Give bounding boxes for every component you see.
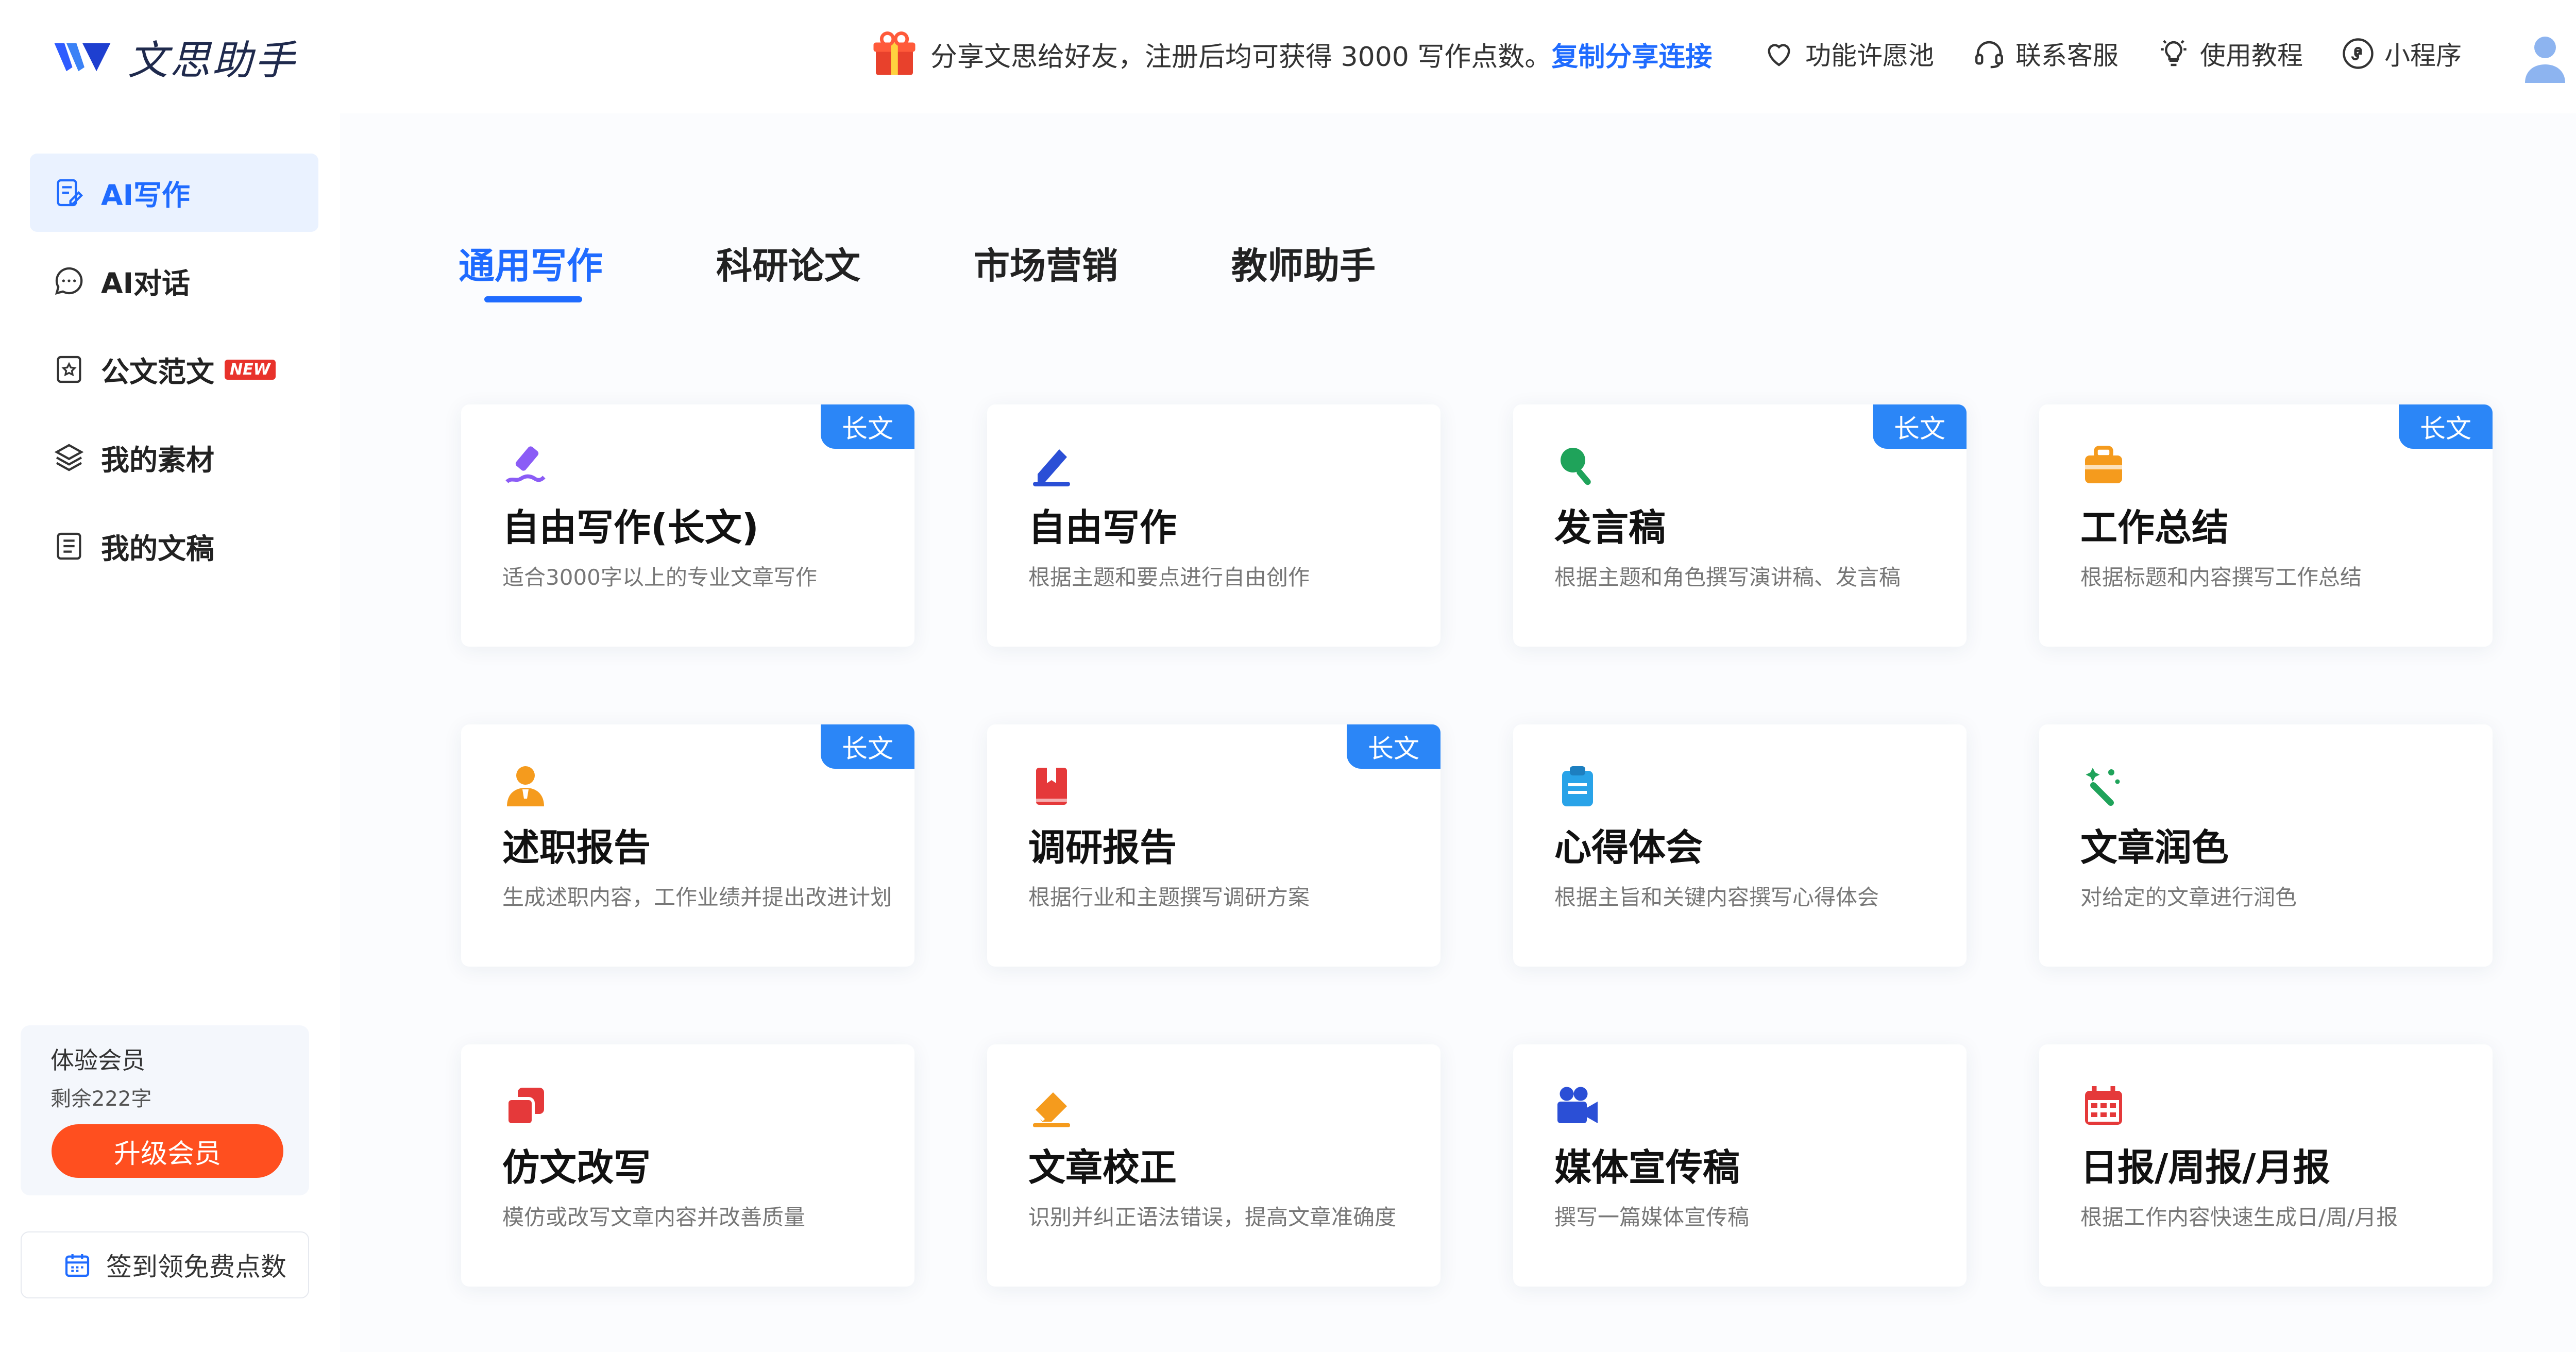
card-title: 自由写作 [1028,506,1177,549]
member-remaining: 剩余222字 [50,1087,152,1111]
gift-icon [873,31,916,75]
share-banner: 分享文思给好友，注册后均可获得 3000 写作点数。 复制分享连接 [871,31,1712,77]
card-title: 心得体会 [1554,826,1703,869]
card-title: 文章润色 [2080,826,2229,869]
top-nav: 功能许愿池 联系客服 使用教程 小程序 [1762,35,2500,72]
card-press-release[interactable]: 媒体宣传稿 撰写一篇媒体宣传稿 [1513,1044,1967,1287]
card-desc: 根据主题和要点进行自由创作 [1028,565,1310,590]
logo-icon [54,43,111,72]
card-speech[interactable]: 长文 发言稿 根据主题和角色撰写演讲稿、发言稿 [1513,404,1967,647]
sidebar-item-my-drafts[interactable]: 我的文稿 [30,507,318,585]
nav-tutorial[interactable]: 使用教程 [2157,35,2303,72]
card-duty-report[interactable]: 长文 述职报告 生成述职内容，工作业绩并提出改进计划 [461,724,914,967]
layers-icon [54,444,84,471]
headset-icon [1975,41,2003,69]
pen-blue-icon [1033,449,1070,486]
magic-wand-icon [2086,768,2120,806]
top-bar: 文思助手 分享文思给好友，注册后均可获得 3000 写作点数。 复制分享连接 功… [0,0,2576,113]
sidebar-item-materials[interactable]: 我的素材 [30,418,318,497]
card-title: 发言稿 [1554,506,1666,549]
nav-support[interactable]: 联系客服 [1972,35,2119,72]
calendar-icon [2085,1086,2122,1125]
briefcase-icon [2085,446,2122,483]
document-icon [57,532,81,560]
member-panel: 体验会员 剩余222字 升级会员 [21,1025,309,1195]
card-desc: 适合3000字以上的专业文章写作 [502,565,817,590]
card-polish[interactable]: 文章润色 对给定的文章进行润色 [2039,724,2493,967]
card-desc: 对给定的文章进行润色 [2080,885,2297,910]
tab-teacher-assistant[interactable]: 教师助手 [1231,237,1376,289]
card-desc: 根据主旨和关键内容撰写心得体会 [1554,885,1879,910]
new-badge: NEW [225,359,276,380]
card-title: 工作总结 [2080,506,2229,549]
sidebar-item-official-docs[interactable]: 公文范文 NEW [30,330,318,409]
card-title: 自由写作(长文) [502,506,759,549]
write-icon [57,179,83,207]
upgrade-button[interactable]: 升级会员 [52,1124,283,1178]
sidebar-item-ai-writing[interactable]: AI写作 [30,154,318,232]
card-reflections[interactable]: 心得体会 根据主旨和关键内容撰写心得体会 [1513,724,1967,967]
calendar-icon [65,1254,90,1277]
heart-icon [1768,44,1790,66]
card-title: 日报/周报/月报 [2080,1146,2330,1189]
tab-research-papers[interactable]: 科研论文 [716,237,860,289]
card-rewrite[interactable]: 仿文改写 模仿或改写文章内容并改善质量 [461,1044,914,1287]
card-desc: 模仿或改写文章内容并改善质量 [502,1205,806,1230]
card-desc: 根据主题和角色撰写演讲稿、发言稿 [1554,565,1901,590]
member-title: 体验会员 [50,1046,145,1074]
long-text-tag: 长文 [821,404,914,449]
nav-wishlist[interactable]: 功能许愿池 [1762,35,1934,72]
long-text-tag: 长文 [1347,724,1440,769]
card-desc: 根据工作内容快速生成日/周/月报 [2080,1205,2398,1230]
card-desc: 生成述职内容，工作业绩并提出改进计划 [502,885,892,910]
book-icon [1036,768,1067,805]
long-text-tag: 长文 [1873,404,1967,449]
miniprogram-icon [2343,38,2374,69]
card-title: 媒体宣传稿 [1554,1146,1740,1189]
copy-icon [505,1088,544,1126]
card-free-writing-long[interactable]: 长文 自由写作(长文) 适合3000字以上的专业文章写作 [461,404,914,647]
card-title: 述职报告 [502,826,651,869]
main-content: 通用写作 科研论文 市场营销 教师助手 长文 自由写作(长文) 适合3000字以… [340,113,2576,1352]
eraser-icon [1033,1092,1070,1127]
card-proofread[interactable]: 文章校正 识别并纠正语法错误，提高文章准确度 [987,1044,1440,1287]
card-work-summary[interactable]: 长文 工作总结 根据标题和内容撰写工作总结 [2039,404,2493,647]
category-tabs: 通用写作 科研论文 市场营销 教师助手 [459,237,1489,302]
card-research-report[interactable]: 长文 调研报告 根据行业和主题撰写调研方案 [987,724,1440,967]
tab-general-writing[interactable]: 通用写作 [459,237,603,302]
card-desc: 撰写一篇媒体宣传稿 [1554,1205,1750,1230]
bulb-icon [2161,40,2187,66]
microphone-icon [1561,448,1591,485]
card-desc: 识别并纠正语法错误，提高文章准确度 [1028,1205,1397,1230]
logo-text: 文思助手 [128,38,297,84]
signin-button[interactable]: 签到领免费点数 [21,1231,309,1298]
nav-miniprogram[interactable]: 小程序 [2341,35,2462,72]
tab-marketing[interactable]: 市场营销 [974,237,1118,289]
person-badge-icon [507,766,544,806]
card-desc: 根据标题和内容撰写工作总结 [2080,565,2362,590]
sidebar: AI写作 AI对话 公文范文 NEW 我的素材 我的文稿 体验会员 剩余222字… [0,113,340,1352]
card-title: 调研报告 [1028,826,1177,869]
logo[interactable]: 文思助手 [52,28,297,86]
copy-share-link[interactable]: 复制分享连接 [1551,35,1712,74]
long-text-tag: 长文 [821,724,914,769]
card-reports[interactable]: 日报/周报/月报 根据工作内容快速生成日/周/月报 [2039,1044,2493,1287]
pen-purple-icon [505,446,546,483]
card-title: 仿文改写 [502,1146,651,1189]
sidebar-item-ai-chat[interactable]: AI对话 [30,242,318,320]
avatar[interactable] [2522,30,2568,87]
doc-star-icon [57,356,81,383]
card-free-writing[interactable]: 自由写作 根据主题和要点进行自由创作 [987,404,1440,647]
video-camera-icon [1557,1087,1598,1123]
share-text: 分享文思给好友，注册后均可获得 3000 写作点数。 [930,41,1552,73]
long-text-tag: 长文 [2399,404,2493,449]
clipboard-icon [1562,766,1593,806]
card-title: 文章校正 [1028,1146,1177,1189]
chat-icon [55,267,83,295]
card-desc: 根据行业和主题撰写调研方案 [1028,885,1310,910]
